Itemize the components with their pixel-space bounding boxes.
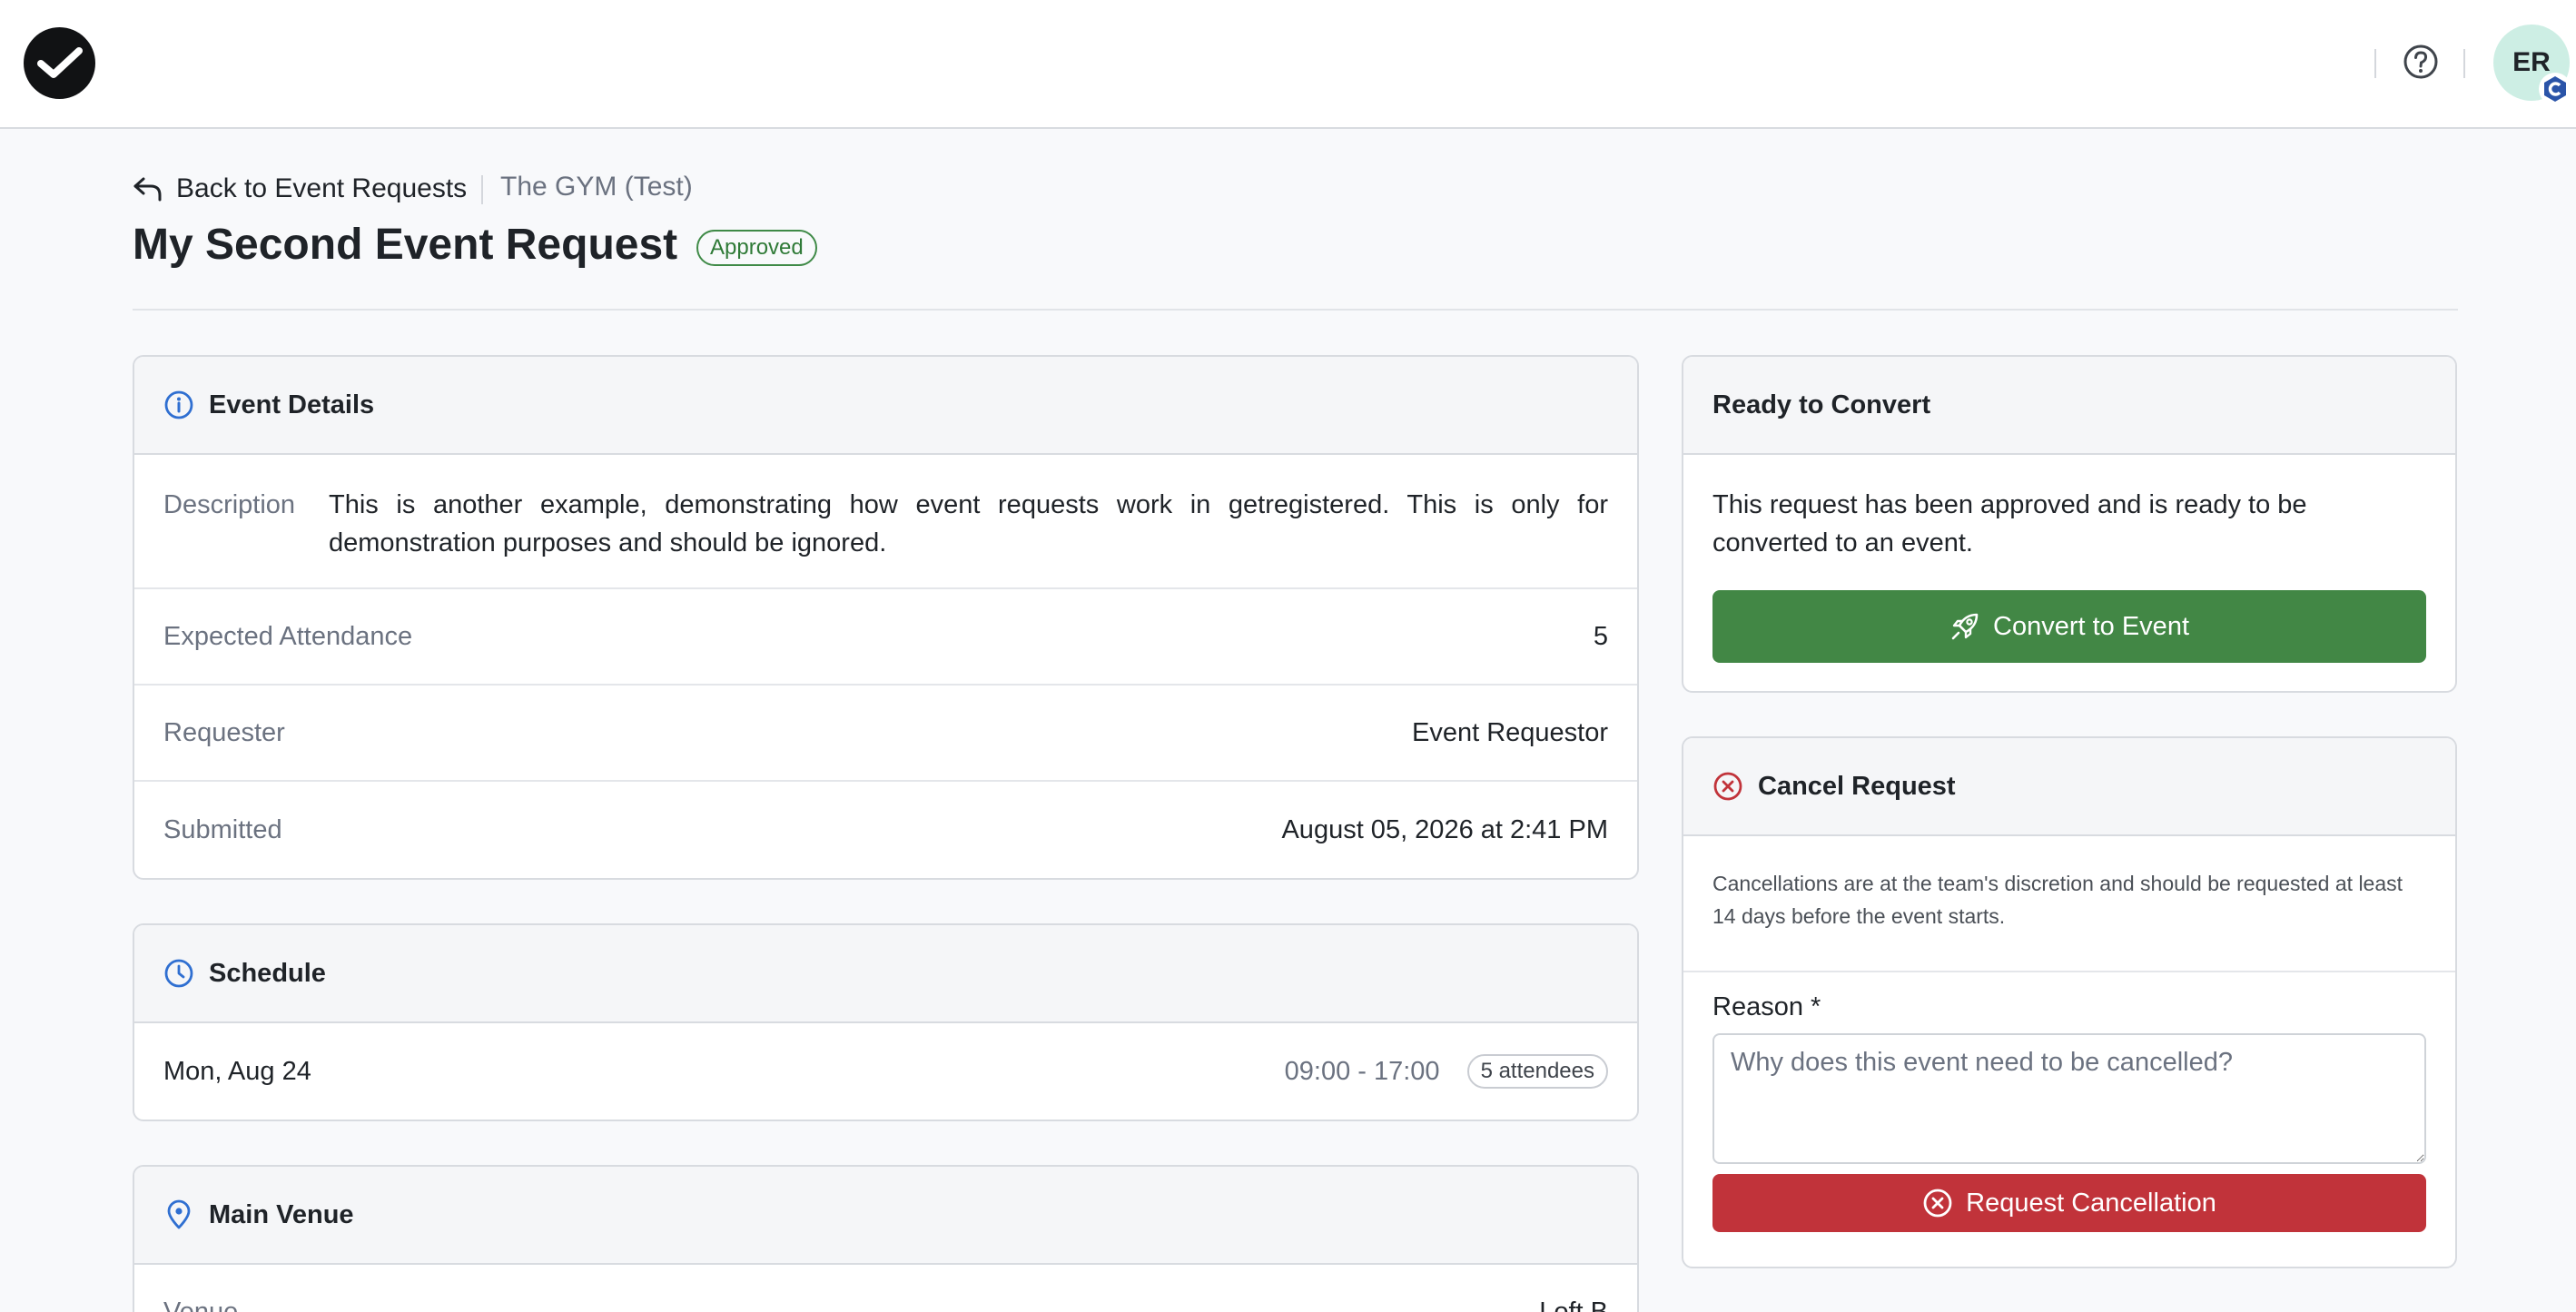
cancel-request-card: Cancel Request Cancellations are at the … <box>1682 736 2457 1268</box>
attendance-label: Expected Attendance <box>163 621 413 651</box>
main-venue-header: Main Venue <box>134 1167 1637 1265</box>
event-details-header: Event Details <box>134 357 1637 455</box>
reason-label: Reason * <box>1712 992 1821 1021</box>
avatar-badge <box>2539 73 2571 105</box>
back-arrow-icon <box>133 177 162 202</box>
description-label: Description <box>163 490 296 519</box>
submitted-row: Submitted August 05, 2026 at 2:41 PM <box>134 782 1637 878</box>
reason-textarea[interactable] <box>1712 1033 2426 1164</box>
cancellation-button-label: Request Cancellation <box>1966 1188 2216 1218</box>
description-row: Description This is another example, dem… <box>134 455 1637 589</box>
page-title: My Second Event Request <box>133 221 678 269</box>
schedule-card: Schedule Mon, Aug 24 09:00 - 17:00 5 att… <box>133 923 1639 1121</box>
rocket-icon <box>1951 613 1979 640</box>
avatar-initials: ER <box>2512 47 2551 77</box>
x-circle-icon <box>1923 1189 1952 1218</box>
cancellation-note: Cancellations are at the team's discreti… <box>1683 838 2455 972</box>
venue-row: Venue Loft B <box>134 1265 1637 1312</box>
back-to-event-requests-link[interactable]: Back to Event Requests <box>133 170 467 208</box>
x-circle-icon <box>1713 772 1742 801</box>
help-icon[interactable] <box>2403 44 2439 80</box>
submitted-label: Submitted <box>163 814 282 844</box>
header-divider <box>133 309 2458 311</box>
divider <box>2463 49 2465 78</box>
convert-to-event-button[interactable]: Convert to Event <box>1712 590 2426 663</box>
org-badge-icon <box>2544 76 2566 102</box>
main-venue-title: Main Venue <box>209 1199 354 1229</box>
organization-name: The GYM (Test) <box>500 172 693 202</box>
map-pin-icon <box>167 1199 191 1229</box>
info-icon <box>164 390 193 419</box>
app-logo[interactable] <box>24 27 95 99</box>
back-link-label: Back to Event Requests <box>176 173 468 203</box>
convert-message: This request has been approved and is re… <box>1712 490 2307 557</box>
attendance-row: Expected Attendance 5 <box>134 589 1637 686</box>
request-cancellation-button[interactable]: Request Cancellation <box>1712 1174 2426 1232</box>
requester-label: Requester <box>163 717 285 747</box>
attendance-value: 5 <box>1593 621 1608 651</box>
schedule-title: Schedule <box>209 958 326 988</box>
ready-to-convert-title: Ready to Convert <box>1712 390 1931 419</box>
convert-button-label: Convert to Event <box>1993 611 2189 641</box>
event-details-title: Event Details <box>209 390 375 419</box>
requester-row: Requester Event Requestor <box>134 686 1637 782</box>
breadcrumb-divider <box>481 175 483 204</box>
main-venue-card: Main Venue Venue Loft B <box>133 1165 1639 1312</box>
schedule-time: 09:00 - 17:00 <box>1284 1056 1440 1086</box>
clock-icon <box>164 959 193 988</box>
ready-to-convert-header: Ready to Convert <box>1683 357 2455 455</box>
schedule-date: Mon, Aug 24 <box>163 1056 311 1086</box>
requester-value: Event Requestor <box>1411 717 1608 747</box>
checkmark-icon <box>36 46 83 78</box>
status-badge: Approved <box>696 230 817 266</box>
schedule-header: Schedule <box>134 925 1637 1023</box>
attendees-badge: 5 attendees <box>1466 1054 1608 1089</box>
schedule-time-group: 09:00 - 17:00 5 attendees <box>1285 1054 1608 1089</box>
cancel-request-header: Cancel Request <box>1683 738 2455 836</box>
submitted-value: August 05, 2026 at 2:41 PM <box>1281 814 1608 844</box>
schedule-row: Mon, Aug 24 09:00 - 17:00 5 attendees <box>134 1023 1637 1120</box>
venue-value: Loft B <box>1539 1297 1608 1312</box>
description-value: This is another example, demonstrating h… <box>329 490 1608 557</box>
divider <box>2374 49 2376 78</box>
event-details-card: Event Details Description This is anothe… <box>133 355 1639 880</box>
cancel-request-title: Cancel Request <box>1758 771 1956 801</box>
venue-label: Venue <box>163 1297 239 1312</box>
top-bar: ER <box>0 0 2576 129</box>
ready-to-convert-card: Ready to Convert This request has been a… <box>1682 355 2457 693</box>
